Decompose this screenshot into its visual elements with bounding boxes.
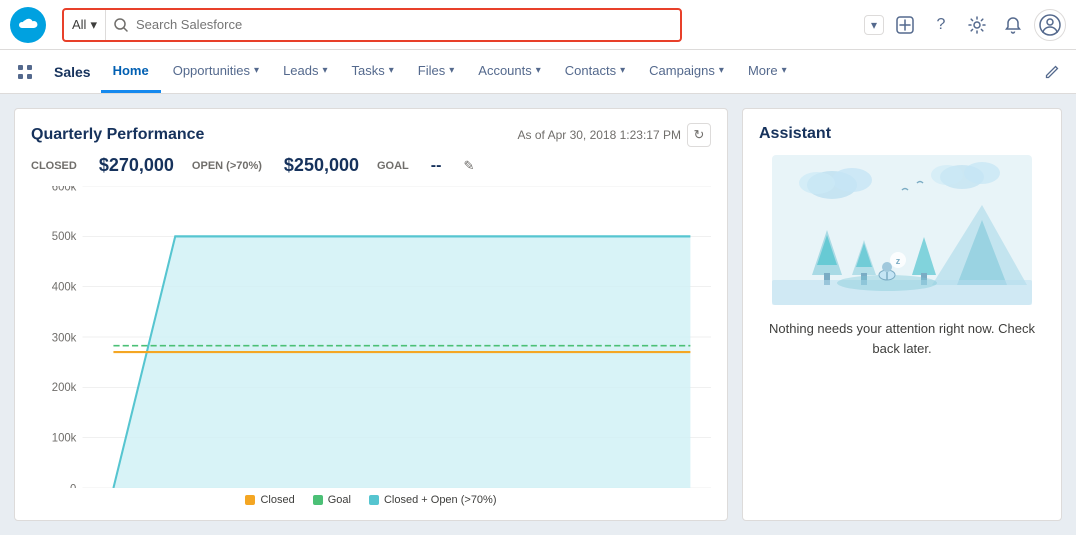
legend-closed-open: Closed + Open (>70%) xyxy=(369,494,497,506)
legend-closed-dot xyxy=(245,495,255,505)
main-content: Quarterly Performance As of Apr 30, 2018… xyxy=(0,94,1076,535)
search-scope-chevron-icon: ▾ xyxy=(90,17,97,33)
nav-item-accounts[interactable]: Accounts ▾ xyxy=(466,50,553,93)
assistant-card: Assistant xyxy=(742,108,1062,521)
legend-closed-open-label: Closed + Open (>70%) xyxy=(384,494,497,506)
chevron-down-icon: ▾ xyxy=(323,65,328,76)
legend-closed-open-dot xyxy=(369,495,379,505)
svg-text:400k: 400k xyxy=(52,280,77,293)
chart-area: 600k 500k 400k 300k 200k 100k 0 Apr May … xyxy=(31,186,711,488)
svg-text:600k: 600k xyxy=(52,186,77,193)
nav-item-contacts[interactable]: Contacts ▾ xyxy=(553,50,637,93)
closed-value: $270,000 xyxy=(99,155,174,176)
user-avatar[interactable] xyxy=(1034,9,1066,41)
svg-text:200k: 200k xyxy=(52,381,77,394)
legend-goal-label: Goal xyxy=(328,494,351,506)
closed-label: CLOSED xyxy=(31,160,77,172)
help-button[interactable]: ? xyxy=(926,10,956,40)
chart-card: Quarterly Performance As of Apr 30, 2018… xyxy=(14,108,728,521)
nav-item-campaigns[interactable]: Campaigns ▾ xyxy=(637,50,736,93)
goal-edit-icon[interactable]: ✎ xyxy=(463,158,474,174)
nav-item-home[interactable]: Home xyxy=(101,50,161,93)
search-scope-dropdown[interactable]: All ▾ xyxy=(64,10,106,40)
refresh-button[interactable]: ↻ xyxy=(687,123,711,147)
assistant-title: Assistant xyxy=(759,125,831,143)
chart-legend: Closed Goal Closed + Open (>70%) xyxy=(31,494,711,506)
chart-header: Quarterly Performance As of Apr 30, 2018… xyxy=(31,123,711,147)
header-actions: ▾ ? xyxy=(856,9,1066,41)
svg-text:100k: 100k xyxy=(52,431,77,444)
nav-edit-icon[interactable] xyxy=(1034,50,1070,93)
chart-stats: CLOSED $270,000 OPEN (>70%) $250,000 GOA… xyxy=(31,155,711,176)
chevron-down-icon: ▾ xyxy=(536,65,541,76)
nav-item-opportunities[interactable]: Opportunities ▾ xyxy=(161,50,271,93)
chevron-down-icon: ▾ xyxy=(782,65,787,76)
app-header: All ▾ ▾ ? xyxy=(0,0,1076,50)
nav-item-files[interactable]: Files ▾ xyxy=(406,50,466,93)
svg-text:500k: 500k xyxy=(52,230,77,243)
search-bar: All ▾ xyxy=(62,8,682,42)
header-dropdown-button[interactable]: ▾ xyxy=(864,15,884,35)
chevron-down-icon: ▾ xyxy=(254,65,259,76)
legend-closed-label: Closed xyxy=(260,494,294,506)
assistant-message: Nothing needs your attention right now. … xyxy=(759,319,1045,358)
open-label: OPEN (>70%) xyxy=(192,160,262,172)
svg-text:z: z xyxy=(896,256,901,266)
nav-app-name[interactable]: Sales xyxy=(44,50,101,93)
nav-item-tasks[interactable]: Tasks ▾ xyxy=(340,50,406,93)
search-icon xyxy=(106,18,136,32)
add-button[interactable] xyxy=(890,10,920,40)
svg-text:0: 0 xyxy=(70,482,76,488)
chart-timestamp: As of Apr 30, 2018 1:23:17 PM ↻ xyxy=(518,123,711,147)
legend-closed: Closed xyxy=(245,494,294,506)
chevron-down-icon: ▾ xyxy=(449,65,454,76)
chevron-down-icon: ▾ xyxy=(389,65,394,76)
open-value: $250,000 xyxy=(284,155,359,176)
salesforce-logo xyxy=(10,7,46,43)
chevron-down-icon: ▾ xyxy=(719,65,724,76)
search-scope-label: All xyxy=(72,17,86,32)
nav-item-leads[interactable]: Leads ▾ xyxy=(271,50,339,93)
assistant-illustration: z xyxy=(772,155,1032,305)
chart-title: Quarterly Performance xyxy=(31,126,204,144)
goal-label: GOAL xyxy=(377,160,409,172)
svg-text:300k: 300k xyxy=(52,331,77,344)
apps-icon[interactable] xyxy=(6,50,44,93)
goal-value: -- xyxy=(431,157,442,175)
chevron-down-icon: ▾ xyxy=(620,65,625,76)
search-input[interactable] xyxy=(136,17,680,32)
notifications-button[interactable] xyxy=(998,10,1028,40)
nav-bar: Sales Home Opportunities ▾ Leads ▾ Tasks… xyxy=(0,50,1076,94)
nav-item-more[interactable]: More ▾ xyxy=(736,50,799,93)
legend-goal-dot xyxy=(313,495,323,505)
legend-goal: Goal xyxy=(313,494,351,506)
settings-button[interactable] xyxy=(962,10,992,40)
